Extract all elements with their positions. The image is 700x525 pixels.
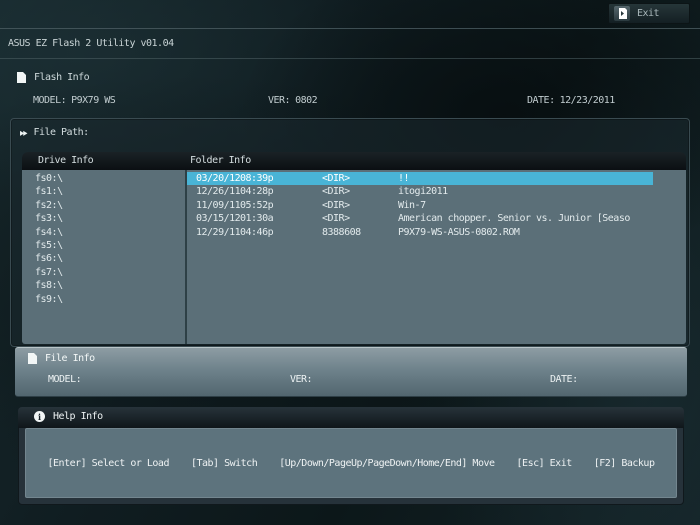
folder-item[interactable]: 12/29/11 04:46p 8388608 P9X79-WS-ASUS-0802.… [187, 226, 686, 239]
help-key-hints: [Enter] Select or Load [Tab] Switch [Up/Do… [48, 458, 655, 469]
folder-item[interactable]: 11/09/11 05:52p <DIR> Win-7 [187, 199, 686, 212]
folder-item-date: 03/15/12 [196, 213, 241, 225]
help-hint: [Enter] Select or Load [47, 457, 170, 469]
folder-item-size: 8388608 [322, 226, 361, 238]
double-chevron-icon: ▶▶ [20, 127, 28, 138]
drive-item[interactable]: fs1:\ [22, 185, 185, 198]
help-hint: [Up/Down/PageUp/PageDown/Home/End] Move [279, 457, 495, 469]
folder-item-date: 11/09/11 [196, 199, 241, 211]
flash-ver-field: VER: 0802 [268, 95, 318, 106]
folder-item-name: P9X79-WS-ASUS-0802.ROM [398, 226, 520, 238]
exit-icon [614, 6, 630, 21]
help-hint: [Tab] Switch [190, 457, 258, 469]
folder-info-column: 03/20/12 08:39p <DIR>!! 12/26/11 04:28p <DIR>… [187, 170, 686, 344]
flash-ver-value: 0802 [295, 95, 318, 106]
app-title: ASUS EZ Flash 2 Utility v01.04 [8, 38, 174, 49]
flash-model-label: MODEL: [33, 95, 67, 106]
folder-item-name: Win-7 [398, 199, 426, 211]
folder-item-size: <DIR> [322, 173, 350, 184]
info-icon: i [34, 411, 45, 422]
help-info-heading: i Help Info [34, 411, 103, 422]
flash-info-values: MODEL: P9X79 WS VER: 0802 DATE: 12/23/2011 [0, 95, 700, 109]
help-info-body: [Enter] Select or Load [Tab] Switch [Up/Do… [25, 428, 677, 498]
drive-item[interactable]: fs8:\ [22, 279, 185, 292]
file-date-label: DATE: [550, 374, 578, 385]
drive-info-column: fs0:\ fs1:\ fs2:\ fs3:\ fs4:\ fs5:\ fs6:\ fs7:\… [22, 170, 185, 344]
exit-button-label: Exit [637, 8, 660, 19]
drive-item[interactable]: fs7:\ [22, 266, 185, 279]
ez-flash-utility-screen: Exit ASUS EZ Flash 2 Utility v01.04 Flas… [0, 0, 700, 525]
document-icon [28, 353, 37, 364]
folder-item-name: American chopper. Senior vs. Junior [Sea… [398, 213, 630, 225]
file-path-title: File Path: [33, 127, 89, 138]
flash-date-value: 12/23/2011 [559, 95, 616, 106]
document-icon [17, 72, 26, 83]
folder-item-date: 03/20/12 [196, 173, 241, 184]
folder-item-time: 05:52p [240, 199, 274, 211]
folder-item-selected[interactable]: 03/20/12 08:39p <DIR>!! [187, 172, 653, 186]
top-divider [0, 28, 700, 29]
drive-item[interactable]: fs5:\ [22, 239, 185, 252]
folder-item[interactable]: 12/26/11 04:28p <DIR> itogi2011 [187, 185, 686, 198]
exit-button[interactable]: Exit [608, 3, 690, 24]
drive-item[interactable]: fs2:\ [22, 199, 185, 212]
folder-item-date: 12/26/11 [196, 186, 241, 198]
file-info-title: File Info [45, 353, 95, 364]
folder-info-header: Folder Info [190, 155, 251, 166]
flash-info-heading: Flash Info [17, 72, 90, 83]
folder-item-name: !! [398, 173, 410, 184]
table-header: Drive Info Folder Info [22, 152, 686, 170]
drive-info-header: Drive Info [38, 155, 94, 166]
drive-item[interactable]: fs4:\ [22, 226, 185, 239]
drive-item[interactable]: fs3:\ [22, 212, 185, 225]
file-info-panel [15, 347, 687, 397]
flash-date-label: DATE: [527, 95, 555, 106]
help-info-title: Help Info [53, 411, 103, 422]
drive-item[interactable]: fs6:\ [22, 252, 185, 265]
file-path-heading: ▶▶ File Path: [20, 127, 89, 138]
folder-item[interactable]: 03/15/12 01:30a <DIR> American chopper. Sen… [187, 212, 686, 225]
file-model-label: MODEL: [48, 374, 82, 385]
flash-model-field: MODEL: P9X79 WS [33, 95, 116, 106]
flash-model-value: P9X79 WS [71, 95, 116, 106]
folder-item-name: itogi2011 [398, 186, 448, 198]
folder-item-date: 12/29/11 [196, 226, 241, 238]
flash-info-title: Flash Info [34, 72, 90, 83]
file-info-heading: File Info [28, 353, 95, 364]
table-body: fs0:\ fs1:\ fs2:\ fs3:\ fs4:\ fs5:\ fs6:\ fs7:\… [22, 170, 686, 344]
flash-date-field: DATE: 12/23/2011 [527, 95, 615, 106]
folder-item-time: 08:39p [240, 173, 274, 184]
folder-item-time: 04:46p [240, 226, 274, 238]
folder-item-size: <DIR> [322, 186, 350, 198]
folder-list: 03/20/12 08:39p <DIR>!! 12/26/11 04:28p <DIR>… [187, 170, 686, 239]
folder-item-time: 04:28p [240, 186, 274, 198]
folder-item-size: <DIR> [322, 199, 350, 211]
help-info-titlebar [18, 407, 684, 428]
flash-ver-label: VER: [268, 95, 291, 106]
folder-item-size: <DIR> [322, 213, 350, 225]
title-divider [0, 58, 700, 59]
folder-item-time: 01:30a [240, 213, 274, 225]
drive-item[interactable]: fs9:\ [22, 293, 185, 306]
file-browser-table: Drive Info Folder Info fs0:\ fs1:\ fs2:\ fs… [22, 152, 686, 344]
help-hint: [F2] Backup [593, 457, 655, 469]
help-hint: [Esc] Exit [516, 457, 573, 469]
drive-item[interactable]: fs0:\ [22, 172, 185, 185]
file-ver-label: VER: [290, 374, 313, 385]
drive-list: fs0:\ fs1:\ fs2:\ fs3:\ fs4:\ fs5:\ fs6:\ fs7:\… [22, 170, 185, 306]
